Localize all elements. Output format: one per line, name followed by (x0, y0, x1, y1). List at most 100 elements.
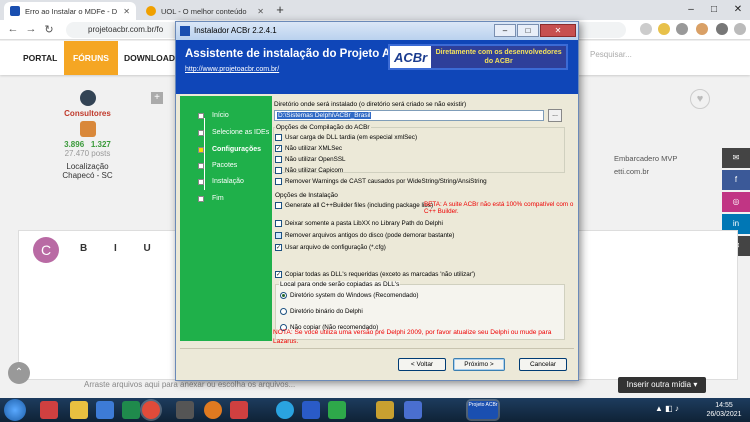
install-dir-input[interactable]: D:\Sistemas Delphi\ACBr_Brasil (274, 110, 544, 121)
new-tab-button[interactable]: + (273, 3, 287, 17)
extension-icon[interactable] (658, 23, 670, 35)
close-tab-icon[interactable]: ✕ (123, 7, 130, 16)
step-inicio: Início (198, 112, 229, 119)
attach-files-text[interactable]: Arraste arquivos aqui para anexar ou esc… (84, 380, 295, 389)
step-check-icon (198, 179, 204, 185)
menu-icon[interactable] (734, 23, 746, 35)
installer-maximize-button[interactable]: □ (517, 24, 539, 37)
installer-header: Assistente de instalação do Projeto ACBr… (176, 40, 578, 94)
add-button[interactable]: + (151, 92, 163, 104)
user-badge-icon (79, 90, 96, 106)
radio-system-dir[interactable]: Diretório system do Windows (Recomendado… (280, 292, 418, 299)
checkbox[interactable] (275, 134, 282, 141)
system-clock[interactable]: 14:55 26/03/2021 (700, 401, 748, 419)
close-window-button[interactable]: ✕ (727, 0, 749, 20)
step-current-icon (198, 147, 204, 153)
clock-time: 14:55 (715, 402, 733, 409)
checkbox[interactable] (275, 202, 282, 209)
radio[interactable] (280, 308, 287, 315)
reputation-count: 3.896 (64, 140, 85, 149)
tab-label: Erro ao Instalar o MDFe - Dúvida (25, 6, 118, 16)
checkbox[interactable] (275, 156, 282, 163)
checkbox-checked[interactable]: ✓ (275, 271, 282, 278)
instagram-icon[interactable]: ◎ (722, 192, 750, 212)
location-label: Localização (66, 162, 109, 171)
acbr-installer-taskbar-button[interactable]: Projeto ACBr (468, 401, 498, 419)
option-dll-tardia[interactable]: Usar carga de DLL tardia (em especial xm… (275, 134, 417, 141)
taskbar-app-icon[interactable] (96, 401, 114, 419)
option-remover-warnings[interactable]: Remover Warnings de CAST causados por Wi… (275, 178, 487, 185)
insert-media-button[interactable]: Inserir outra mídia ▾ (618, 377, 706, 393)
nav-foruns[interactable]: FÓRUNS (64, 41, 118, 75)
skype-icon[interactable] (276, 401, 294, 419)
installer-minimize-button[interactable]: – (494, 24, 516, 37)
clock-date: 26/03/2021 (706, 411, 742, 418)
option-nao-openssl[interactable]: Não utilizar OpenSSL (275, 156, 346, 163)
next-button[interactable]: Próximo > (453, 358, 505, 371)
taskbar-app-icon[interactable] (376, 401, 394, 419)
user-avatar: C (33, 237, 59, 263)
option-copiar-dlls[interactable]: ✓ Copiar todas as DLL's requeridas (excet… (275, 271, 475, 278)
back-button[interactable]: < Voltar (398, 358, 446, 371)
tab-uol[interactable]: UOL - O melhor conteúdo ✕ (140, 2, 270, 20)
star-icon[interactable] (640, 23, 652, 35)
taskbar-app-icon[interactable] (404, 401, 422, 419)
checkbox[interactable] (275, 178, 282, 185)
checkbox[interactable] (275, 220, 282, 227)
scroll-top-icon[interactable]: ⌃ (8, 362, 30, 384)
installer-window-title: Instalador ACBr 2.2.4.1 (194, 26, 277, 35)
radio-selected[interactable] (280, 292, 287, 299)
option-usar-cfg[interactable]: ✓ Usar arquivo de configuração (*.cfg) (275, 244, 386, 251)
reload-icon[interactable]: ↻ (42, 23, 56, 36)
cancel-button[interactable]: Cancelar (519, 358, 567, 371)
system-tray-icons[interactable]: ▲ ◧ ♪ (655, 404, 679, 413)
installer-title-bar: Instalador ACBr 2.2.4.1 – □ ✕ (176, 22, 578, 40)
taskbar-app-icon[interactable] (230, 401, 248, 419)
step-fim: Fim (198, 195, 224, 202)
embarcadero-mvp-label: Embarcadero MVP (614, 154, 678, 163)
installer-close-button[interactable]: ✕ (540, 24, 576, 37)
puzzle-icon[interactable] (676, 23, 688, 35)
checkbox-checked[interactable]: ✓ (275, 145, 282, 152)
taskbar-app-icon[interactable] (328, 401, 346, 419)
radio-delphi-bin[interactable]: Diretório binário do Delphi (280, 308, 363, 315)
option-nao-capicom[interactable]: Não utilizar Capicom (275, 167, 343, 174)
option-libxx-path[interactable]: Deixar somente a pasta LibXX no Library … (275, 220, 443, 227)
like-heart-icon[interactable]: ♥ (690, 89, 710, 109)
taskbar-app-icon[interactable] (176, 401, 194, 419)
start-button-icon[interactable] (4, 399, 26, 421)
browse-button[interactable]: ... (548, 109, 562, 122)
taskbar-app-icon[interactable] (204, 401, 222, 419)
embarcadero-link[interactable]: Embarcadero MVP etti.com.br (614, 154, 677, 176)
option-cbuilder-files[interactable]: Generate all C++Builder files (including… (275, 202, 433, 209)
acbr-logo-text: ACBr (394, 49, 428, 65)
install-group-title: Opções de Instalação (275, 192, 338, 199)
browser-tab-bar: Erro ao Instalar o MDFe - Dúvida ✕ UOL -… (0, 0, 750, 20)
checkbox[interactable] (275, 167, 282, 174)
solutions-count: 1.327 (90, 140, 111, 149)
chrome-icon[interactable] (142, 401, 160, 419)
option-remover-antigos[interactable]: Remover arquivos antigos do disco (pode … (275, 232, 454, 239)
taskbar-app-icon[interactable] (302, 401, 320, 419)
option-nao-xmlsec[interactable]: ✓ Não utilizar XMLSec (275, 145, 342, 152)
email-share-icon[interactable]: ✉ (722, 148, 750, 168)
installer-steps-sidebar: Início Selecione as IDEs Configurações P… (180, 96, 272, 341)
back-icon[interactable]: ← (6, 23, 20, 35)
maximize-button[interactable]: □ (703, 0, 725, 20)
forum-search-input[interactable]: Pesquisar... (590, 50, 632, 59)
minimize-button[interactable]: – (680, 0, 702, 20)
taskbar-app-icon[interactable] (40, 401, 58, 419)
facebook-icon[interactable]: f (722, 170, 750, 190)
forward-icon[interactable]: → (24, 23, 38, 35)
settings-icon[interactable] (716, 23, 728, 35)
installer-header-link[interactable]: http://www.projetoacbr.com.br/ (185, 66, 279, 73)
installer-app-icon (180, 26, 190, 36)
profile-icon[interactable] (696, 23, 708, 35)
checkbox[interactable] (275, 232, 282, 239)
nav-portal[interactable]: PORTAL (14, 41, 66, 75)
checkbox-checked[interactable]: ✓ (275, 244, 282, 251)
taskbar-explorer-icon[interactable] (70, 401, 88, 419)
close-tab-icon[interactable]: ✕ (257, 7, 264, 16)
taskbar-app-icon[interactable] (122, 401, 140, 419)
tab-mdfe[interactable]: Erro ao Instalar o MDFe - Dúvida ✕ (4, 2, 136, 20)
